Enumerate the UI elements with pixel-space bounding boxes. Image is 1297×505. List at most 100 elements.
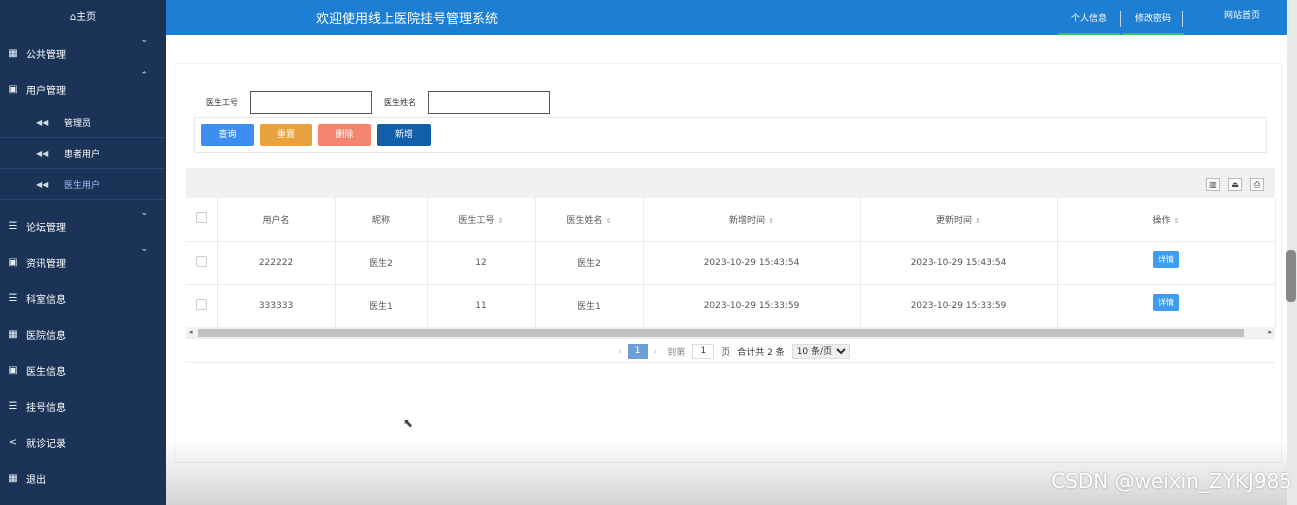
mouse-cursor-icon: ⬉: [403, 416, 414, 430]
watermark: CSDN @weixin_ZYKJ985: [1051, 469, 1292, 493]
row-select-cell[interactable]: [186, 241, 218, 285]
sort-icon[interactable]: ⇕: [1174, 217, 1180, 225]
sidebar-subitem-admin[interactable]: ◀◀ 管理员: [0, 107, 166, 138]
table-row: 222222 医生2 12 医生2 2023-10-29 15:43:54 20…: [186, 241, 1276, 285]
select-all-checkbox[interactable]: [195, 212, 207, 224]
sidebar-item-registrations[interactable]: ☰ 挂号信息: [0, 388, 166, 424]
doctor-name-cell: 医生2: [535, 241, 644, 285]
list-icon: ☰: [8, 400, 18, 412]
row-select-cell[interactable]: [186, 284, 218, 328]
export-icon[interactable]: ⏏: [1228, 178, 1242, 191]
doctor-id-cell: 12: [427, 241, 536, 285]
username-cell: 222222: [217, 241, 336, 285]
current-page-button[interactable]: 1: [627, 344, 648, 359]
doctor-id-label: 医生工号: [206, 98, 238, 107]
table-header-row: 用户名 昵称 医生工号 ⇕ 医生姓名 ⇕ 新增时间 ⇕ 更新时间 ⇕ 操作 ⇕: [186, 198, 1276, 242]
sidebar-item-label: 公共管理: [26, 49, 66, 61]
reset-button[interactable]: 重置: [260, 124, 312, 146]
data-table: 用户名 昵称 医生工号 ⇕ 医生姓名 ⇕ 新增时间 ⇕ 更新时间 ⇕ 操作 ⇕ 22222…: [186, 198, 1276, 328]
chevron-down-icon: ⌄: [140, 208, 148, 218]
sidebar-item-forum[interactable]: ☰ 论坛管理 ⌄: [0, 208, 166, 244]
column-header[interactable]: 更新时间 ⇕: [860, 198, 1058, 242]
chevron-down-icon: ⌄: [140, 244, 148, 254]
add-button[interactable]: 新增: [377, 124, 431, 146]
created-time-cell: 2023-10-29 15:33:59: [643, 284, 861, 328]
delete-button[interactable]: 删除: [318, 124, 371, 146]
page-scrollbar-thumb[interactable]: [1286, 250, 1296, 302]
sidebar-subitem-patient-users[interactable]: ◀◀ 患者用户: [0, 138, 166, 169]
sidebar-subitem-label: 管理员: [64, 118, 92, 129]
column-header[interactable]: 医生工号 ⇕: [427, 198, 536, 242]
column-header[interactable]: 医生姓名 ⇕: [535, 198, 644, 242]
doctor-name-input[interactable]: [428, 91, 550, 114]
divider: [186, 362, 1275, 363]
grid-icon: ▦: [8, 47, 18, 59]
page-unit-label: 页: [721, 348, 731, 358]
change-password-link[interactable]: 修改密码: [1122, 0, 1184, 35]
book-icon: ▣: [8, 256, 18, 268]
prev-page-icon[interactable]: ‹: [618, 347, 622, 357]
sidebar-item-label: 论坛管理: [26, 222, 66, 234]
sidebar-item-label: 医生信息: [26, 366, 66, 378]
sidebar-item-label: 就诊记录: [26, 438, 66, 450]
sidebar-item-label: 资讯管理: [26, 258, 66, 270]
sort-icon[interactable]: ⇕: [768, 217, 774, 225]
row-checkbox[interactable]: [195, 255, 207, 267]
list-icon: ☰: [8, 292, 18, 304]
sort-icon[interactable]: ⇕: [975, 217, 981, 225]
search-button[interactable]: 查询: [201, 124, 254, 146]
sidebar: ⌂主页 ▦ 公共管理 ⌄ ▣ 用户管理 ⌃ ◀◀ 管理员 ◀◀ 患者用户 ◀◀ …: [0, 0, 166, 505]
print-icon[interactable]: ⎙: [1250, 178, 1264, 191]
doctor-name-cell: 医生1: [535, 284, 644, 328]
sidebar-item-public[interactable]: ▦ 公共管理 ⌄: [0, 35, 166, 71]
page-scrollbar[interactable]: [1286, 0, 1297, 505]
sidebar-subitem-label: 患者用户: [64, 149, 101, 160]
sidebar-item-users[interactable]: ▣ 用户管理 ⌃: [0, 71, 166, 107]
double-arrow-left-icon: ◀◀: [36, 179, 49, 189]
table-toolbar: [186, 168, 1275, 198]
username-cell: 333333: [217, 284, 336, 328]
share-icon: <: [8, 436, 18, 448]
sort-icon[interactable]: ⇕: [498, 217, 504, 225]
sort-icon[interactable]: ⇕: [606, 217, 612, 225]
goto-page-input[interactable]: 1: [692, 344, 715, 359]
detail-button[interactable]: 详情: [1153, 251, 1179, 268]
updated-time-cell: 2023-10-29 15:33:59: [860, 284, 1058, 328]
columns-icon[interactable]: ▥: [1206, 178, 1220, 191]
top-header: 欢迎使用线上医院挂号管理系统 个人信息 修改密码 网站首页: [166, 0, 1287, 35]
doctor-id-input[interactable]: [250, 91, 372, 114]
page-size-select[interactable]: 10 条/页: [791, 344, 850, 359]
sidebar-item-hospital[interactable]: ▦ 医院信息: [0, 316, 166, 352]
sidebar-item-label: 医院信息: [26, 330, 66, 342]
sidebar-item-logout[interactable]: ▦ 退出: [0, 460, 166, 496]
column-header[interactable]: 新增时间 ⇕: [643, 198, 861, 242]
scrollbar-thumb[interactable]: [198, 329, 1244, 337]
sidebar-subitem-doctor-users[interactable]: ◀◀ 医生用户: [0, 169, 166, 200]
column-header: 用户名: [217, 198, 336, 242]
sidebar-item-label: 退出: [26, 474, 46, 486]
total-count: 合计共 2 条: [737, 348, 785, 358]
column-header[interactable]: 操作 ⇕: [1057, 198, 1276, 242]
sidebar-item-doctors[interactable]: ▣ 医生信息: [0, 352, 166, 388]
user-info-link[interactable]: 个人信息: [1058, 0, 1120, 35]
sidebar-item-news[interactable]: ▣ 资讯管理 ⌄: [0, 244, 166, 280]
scroll-right-icon[interactable]: ▸: [1268, 328, 1272, 336]
table-row: 333333 医生1 11 医生1 2023-10-29 15:33:59 20…: [186, 284, 1276, 328]
sidebar-item-visit-records[interactable]: < 就诊记录: [0, 424, 166, 460]
book-icon: ▣: [8, 364, 18, 376]
horizontal-scrollbar[interactable]: ◂ ▸: [186, 327, 1275, 339]
scroll-left-icon[interactable]: ◂: [189, 328, 193, 336]
detail-button[interactable]: 详情: [1153, 294, 1179, 311]
grid-icon: ▦: [8, 328, 18, 340]
action-cell: 详情: [1057, 284, 1276, 328]
sidebar-home-link[interactable]: ⌂主页: [0, 0, 166, 35]
row-checkbox[interactable]: [195, 298, 207, 310]
goto-label: 到第: [667, 348, 686, 358]
sidebar-item-departments[interactable]: ☰ 科室信息: [0, 280, 166, 316]
updated-time-cell: 2023-10-29 15:43:54: [860, 241, 1058, 285]
book-icon: ▣: [8, 83, 18, 95]
next-page-icon[interactable]: ›: [654, 347, 658, 357]
doctor-name-label: 医生姓名: [384, 98, 416, 107]
site-home-link[interactable]: 网站首页: [1224, 0, 1260, 35]
select-all-cell[interactable]: [186, 198, 218, 242]
